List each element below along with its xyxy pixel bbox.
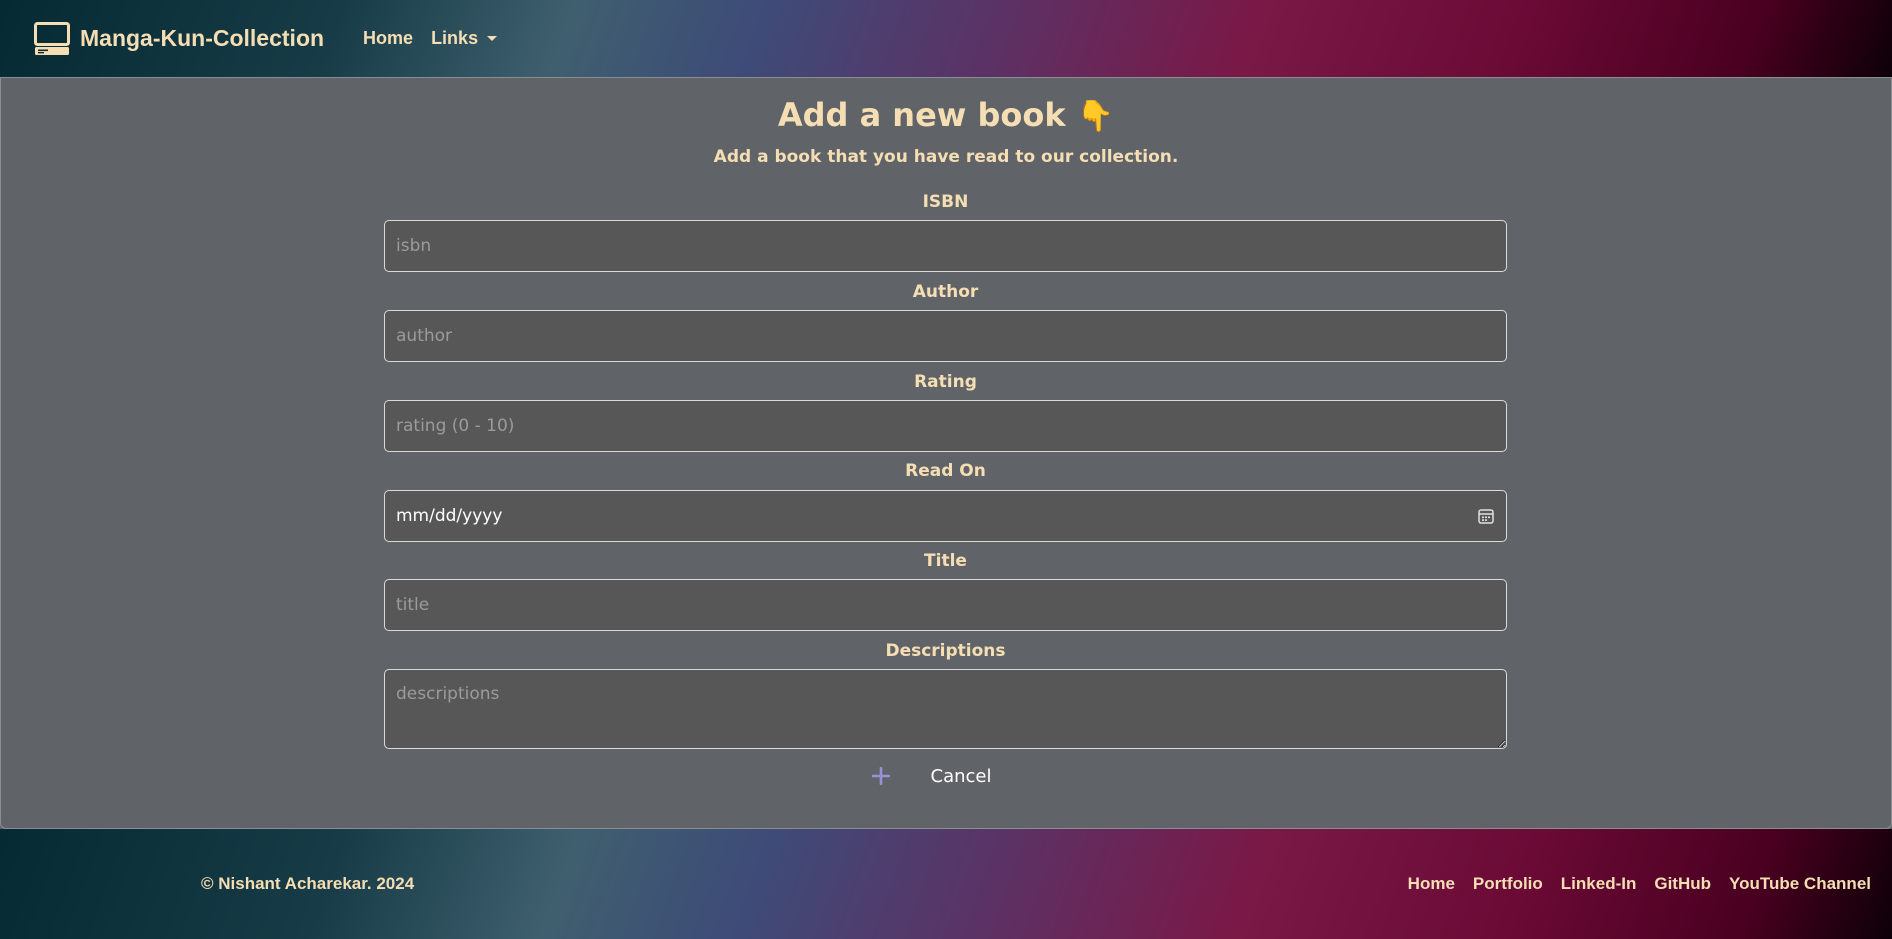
rating-input[interactable] xyxy=(384,400,1507,452)
copyright-text: © Nishant Acharekar. 2024 xyxy=(201,874,415,893)
read-on-date-input[interactable]: mm/dd/yyyy xyxy=(384,490,1507,542)
descriptions-textarea[interactable] xyxy=(384,669,1507,749)
calendar-icon[interactable] xyxy=(1477,507,1495,525)
navbar: Manga-Kun-Collection Home Links xyxy=(0,0,1892,77)
computer-icon xyxy=(34,21,70,55)
page-title-text: Add a new book xyxy=(777,96,1066,134)
add-book-button[interactable] xyxy=(861,759,901,793)
title-label: Title xyxy=(924,551,967,571)
nav-links-dropdown[interactable]: Links xyxy=(431,28,498,49)
footer-links: Home Portfolio Linked-In GitHub YouTube … xyxy=(1390,874,1871,894)
nav-links: Home Links xyxy=(363,28,515,49)
nav-home-link[interactable]: Home xyxy=(363,28,413,49)
author-label: Author xyxy=(912,282,979,302)
title-input[interactable] xyxy=(384,579,1507,631)
cancel-button[interactable]: Cancel xyxy=(931,766,992,787)
isbn-label: ISBN xyxy=(922,192,969,212)
isbn-input[interactable] xyxy=(384,220,1507,272)
footer-github-link[interactable]: GitHub xyxy=(1654,874,1711,894)
rating-label: Rating xyxy=(914,372,977,392)
footer-portfolio-link[interactable]: Portfolio xyxy=(1473,874,1543,894)
read-on-label: Read On xyxy=(905,461,986,481)
plus-icon xyxy=(871,767,890,785)
page-subtitle: Add a book that you have read to our col… xyxy=(713,147,1179,167)
read-on-date-value: mm/dd/yyyy xyxy=(396,506,503,526)
descriptions-label: Descriptions xyxy=(885,641,1006,661)
footer-home-link[interactable]: Home xyxy=(1408,874,1455,894)
author-input[interactable] xyxy=(384,310,1507,362)
main-panel: Add a new book 👇 Add a book that you hav… xyxy=(0,77,1892,829)
brand-link[interactable]: Manga-Kun-Collection xyxy=(34,21,325,56)
nav-links-label: Links xyxy=(431,28,479,48)
pointing-down-icon: 👇 xyxy=(1076,99,1115,134)
footer-linkedin-link[interactable]: Linked-In xyxy=(1561,874,1637,894)
footer-youtube-link[interactable]: YouTube Channel xyxy=(1729,874,1871,894)
brand-name: Manga-Kun-Collection xyxy=(80,25,325,51)
footer: © Nishant Acharekar. 2024 Home Portfolio… xyxy=(0,829,1892,939)
chevron-down-icon xyxy=(487,36,498,41)
nav-home-label: Home xyxy=(363,28,414,48)
form-actions: Cancel xyxy=(1,759,1891,793)
page-title: Add a new book 👇 xyxy=(1,96,1891,134)
